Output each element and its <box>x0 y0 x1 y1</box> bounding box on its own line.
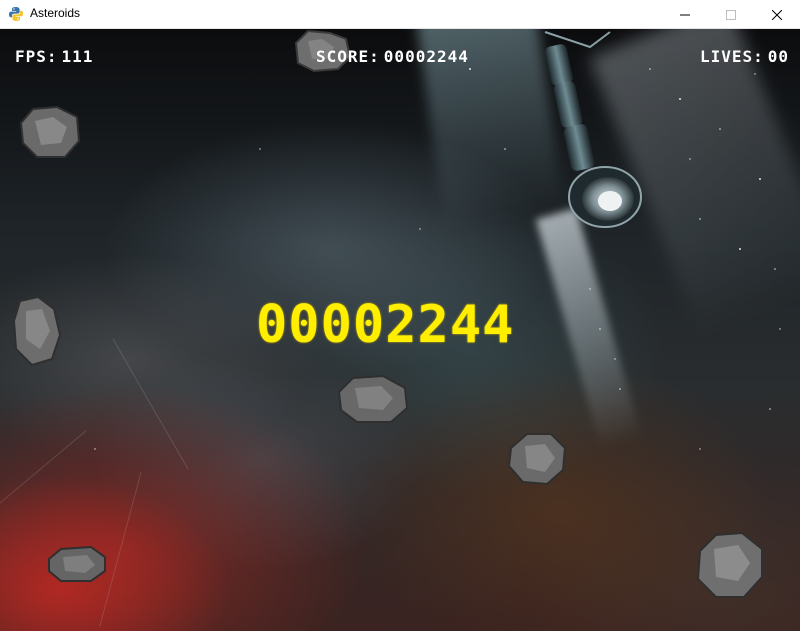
asteroid <box>19 105 81 158</box>
window-titlebar[interactable]: Asteroids <box>0 0 800 29</box>
python-icon <box>8 6 24 22</box>
window-title: Asteroids <box>30 6 81 20</box>
maximize-icon <box>726 9 736 20</box>
asteroid <box>12 295 62 367</box>
space-station <box>544 31 642 228</box>
surface-crack <box>0 430 87 508</box>
center-score: 00002244 <box>256 295 515 355</box>
score-label: SCORE: <box>316 47 380 66</box>
lives-value: 00 <box>767 47 790 66</box>
fps-label: FPS: <box>15 47 58 66</box>
game-canvas[interactable]: FPS: 111 SCORE: 00002244 LIVES: 00 00002244 <box>0 29 800 631</box>
maximize-button[interactable] <box>708 0 754 29</box>
asteroid <box>337 374 409 423</box>
fps-counter: FPS: 111 <box>15 47 93 66</box>
lives-display: LIVES: 00 <box>700 47 789 66</box>
fps-value: 111 <box>61 47 94 66</box>
lives-label: LIVES: <box>700 47 764 66</box>
minimize-icon <box>680 14 690 15</box>
asteroid <box>507 433 567 486</box>
minimize-button[interactable] <box>662 0 708 29</box>
close-icon <box>772 9 782 20</box>
surface-crack <box>112 338 189 470</box>
asteroid <box>696 531 763 598</box>
score-display: SCORE: 00002244 <box>316 47 469 66</box>
asteroid <box>48 545 106 582</box>
close-button[interactable] <box>754 0 800 29</box>
score-value: 00002244 <box>383 47 469 66</box>
